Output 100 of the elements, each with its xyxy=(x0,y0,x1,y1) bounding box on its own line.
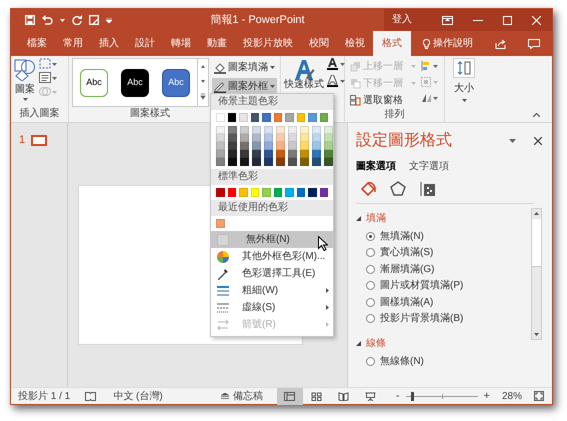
color-swatch[interactable] xyxy=(228,134,237,142)
color-swatch[interactable] xyxy=(262,188,270,197)
pentagon-icon[interactable] xyxy=(390,181,406,197)
style-preset[interactable]: Abc xyxy=(162,68,190,96)
color-swatch[interactable] xyxy=(288,150,297,158)
color-swatch[interactable] xyxy=(240,134,249,142)
color-swatch[interactable] xyxy=(239,188,248,197)
ribbon-tab[interactable]: 動畫 xyxy=(199,31,235,56)
shapes-button[interactable]: 圖案 xyxy=(14,58,36,107)
ribbon-tab[interactable]: 轉場 xyxy=(163,31,199,56)
size-properties-icon[interactable] xyxy=(420,181,436,197)
color-swatch[interactable] xyxy=(216,134,225,142)
zoom-slider[interactable] xyxy=(406,392,478,400)
color-swatch[interactable] xyxy=(312,142,321,150)
color-swatch[interactable] xyxy=(216,142,225,150)
color-swatch[interactable] xyxy=(324,150,333,158)
ribbon-tab[interactable]: 檢視 xyxy=(337,31,373,56)
color-swatch[interactable] xyxy=(216,158,225,166)
color-swatch[interactable] xyxy=(228,158,237,166)
color-swatch[interactable] xyxy=(324,142,333,150)
color-swatch[interactable] xyxy=(252,126,261,134)
style-preset[interactable]: Abc xyxy=(80,68,108,96)
color-swatch[interactable] xyxy=(264,126,273,134)
color-swatch[interactable] xyxy=(216,113,224,122)
color-swatch[interactable] xyxy=(276,142,285,150)
menu-item[interactable]: 虛線(S) xyxy=(211,299,333,316)
share-icon[interactable] xyxy=(495,38,506,48)
tell-me-button[interactable]: 操作說明 xyxy=(415,31,481,56)
customize-icon[interactable] xyxy=(106,18,112,22)
color-swatch[interactable] xyxy=(324,158,333,166)
radio-button[interactable] xyxy=(366,248,375,258)
redo-icon[interactable] xyxy=(72,15,82,25)
color-swatch[interactable] xyxy=(252,158,261,166)
spelling-icon[interactable] xyxy=(85,392,96,400)
color-swatch[interactable] xyxy=(264,150,273,158)
style-preset[interactable]: Abc xyxy=(121,68,149,96)
zoom-thumb[interactable] xyxy=(411,392,414,400)
color-swatch[interactable] xyxy=(276,158,285,166)
pane-tab[interactable]: 圖案選項 xyxy=(356,159,401,174)
ribbon-tab[interactable]: 設計 xyxy=(127,31,163,56)
color-swatch[interactable] xyxy=(288,126,297,134)
color-swatch[interactable] xyxy=(216,150,225,158)
color-swatch[interactable] xyxy=(240,150,249,158)
scroll-bar[interactable] xyxy=(531,208,542,340)
color-swatch[interactable] xyxy=(216,188,224,197)
color-swatch[interactable] xyxy=(264,134,273,142)
menu-item[interactable]: 粗細(W) xyxy=(211,282,333,299)
color-swatch[interactable] xyxy=(276,126,285,134)
color-swatch[interactable] xyxy=(228,142,237,150)
undo-icon[interactable] xyxy=(42,15,53,25)
menu-item[interactable]: 色彩選擇工具(E) xyxy=(211,265,333,282)
comment-icon[interactable] xyxy=(528,38,540,48)
color-swatch[interactable] xyxy=(285,188,294,197)
color-swatch[interactable] xyxy=(228,188,236,197)
close-icon[interactable] xyxy=(534,137,542,145)
collapse-ribbon-icon[interactable] xyxy=(533,113,540,117)
color-swatch[interactable] xyxy=(250,188,259,197)
color-swatch[interactable] xyxy=(285,113,294,122)
color-swatch[interactable] xyxy=(308,188,316,197)
color-swatch[interactable] xyxy=(228,126,237,134)
zoom-in-button[interactable]: + xyxy=(482,388,492,404)
color-swatch[interactable] xyxy=(264,158,273,166)
color-swatch[interactable] xyxy=(239,113,248,122)
color-swatch[interactable] xyxy=(264,142,273,150)
color-swatch[interactable] xyxy=(276,134,285,142)
ribbon-tab[interactable]: 投影片放映 xyxy=(235,31,301,56)
ribbon-display-icon[interactable] xyxy=(442,16,453,24)
edit-shape-icon[interactable] xyxy=(39,58,57,69)
size-button[interactable]: 大小 xyxy=(448,58,480,102)
language[interactable]: 中文 (台灣) xyxy=(113,388,163,404)
color-swatch[interactable] xyxy=(312,150,321,158)
color-swatch[interactable] xyxy=(216,219,225,228)
save-icon[interactable] xyxy=(25,15,35,25)
selection-pane-button[interactable]: 選取窗格 xyxy=(348,92,418,108)
color-swatch[interactable] xyxy=(320,188,328,197)
pane-options-icon[interactable] xyxy=(509,139,516,143)
color-swatch[interactable] xyxy=(288,134,297,142)
color-swatch[interactable] xyxy=(240,126,249,134)
color-swatch[interactable] xyxy=(308,113,316,122)
color-swatch[interactable] xyxy=(288,142,297,150)
color-swatch[interactable] xyxy=(216,126,225,134)
section-header[interactable]: 填滿 xyxy=(356,208,531,228)
color-swatch[interactable] xyxy=(276,150,285,158)
sign-in-link[interactable]: 登入 xyxy=(392,15,434,25)
color-swatch[interactable] xyxy=(250,113,259,122)
ribbon-tab[interactable]: 插入 xyxy=(91,31,127,56)
color-swatch[interactable] xyxy=(296,188,305,197)
color-swatch[interactable] xyxy=(252,142,261,150)
radio-button[interactable] xyxy=(366,356,375,366)
touch-mode-icon[interactable] xyxy=(89,15,99,25)
radio-button[interactable] xyxy=(366,264,375,274)
text-box-icon[interactable] xyxy=(39,72,57,83)
color-swatch[interactable] xyxy=(300,126,309,134)
text-fill-icon[interactable] xyxy=(327,58,345,70)
radio-button[interactable] xyxy=(366,314,375,324)
color-swatch[interactable] xyxy=(312,158,321,166)
ribbon-tab[interactable]: 常用 xyxy=(55,31,91,56)
color-swatch[interactable] xyxy=(274,188,282,197)
color-swatch[interactable] xyxy=(274,113,282,122)
view-button[interactable] xyxy=(276,388,303,404)
